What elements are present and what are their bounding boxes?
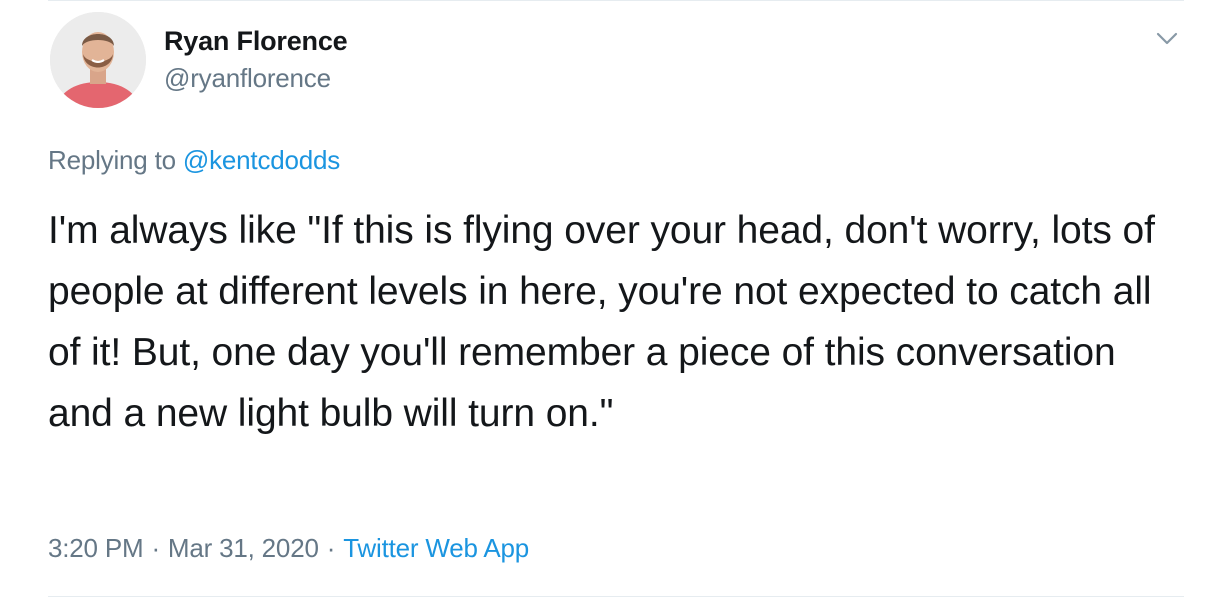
tweet-source-link[interactable]: Twitter Web App xyxy=(343,533,529,563)
replying-to-mention[interactable]: @kentcdodds xyxy=(183,145,340,175)
replying-to-label: Replying to xyxy=(48,145,176,175)
tweet-meta: 3:20 PM · Mar 31, 2020 · Twitter Web App xyxy=(48,530,529,566)
tweet-card: Ryan Florence @ryanflorence Replying to … xyxy=(0,0,1224,598)
author-display-name[interactable]: Ryan Florence xyxy=(164,22,348,60)
meta-separator: · xyxy=(151,533,160,563)
tweet-time[interactable]: 3:20 PM xyxy=(48,533,144,563)
author-block: Ryan Florence @ryanflorence xyxy=(164,22,348,96)
bottom-divider xyxy=(48,596,1184,597)
avatar-image xyxy=(50,12,146,108)
author-handle[interactable]: @ryanflorence xyxy=(164,60,347,96)
tweet-text: I'm always like "If this is flying over … xyxy=(48,209,1155,435)
top-divider xyxy=(48,0,1184,1)
chevron-down-icon[interactable] xyxy=(1152,24,1182,54)
avatar[interactable] xyxy=(50,12,146,108)
meta-separator-2: · xyxy=(326,533,336,563)
tweet-date[interactable]: Mar 31, 2020 xyxy=(168,533,319,563)
replying-to-line: Replying to @kentcdodds xyxy=(48,142,340,178)
